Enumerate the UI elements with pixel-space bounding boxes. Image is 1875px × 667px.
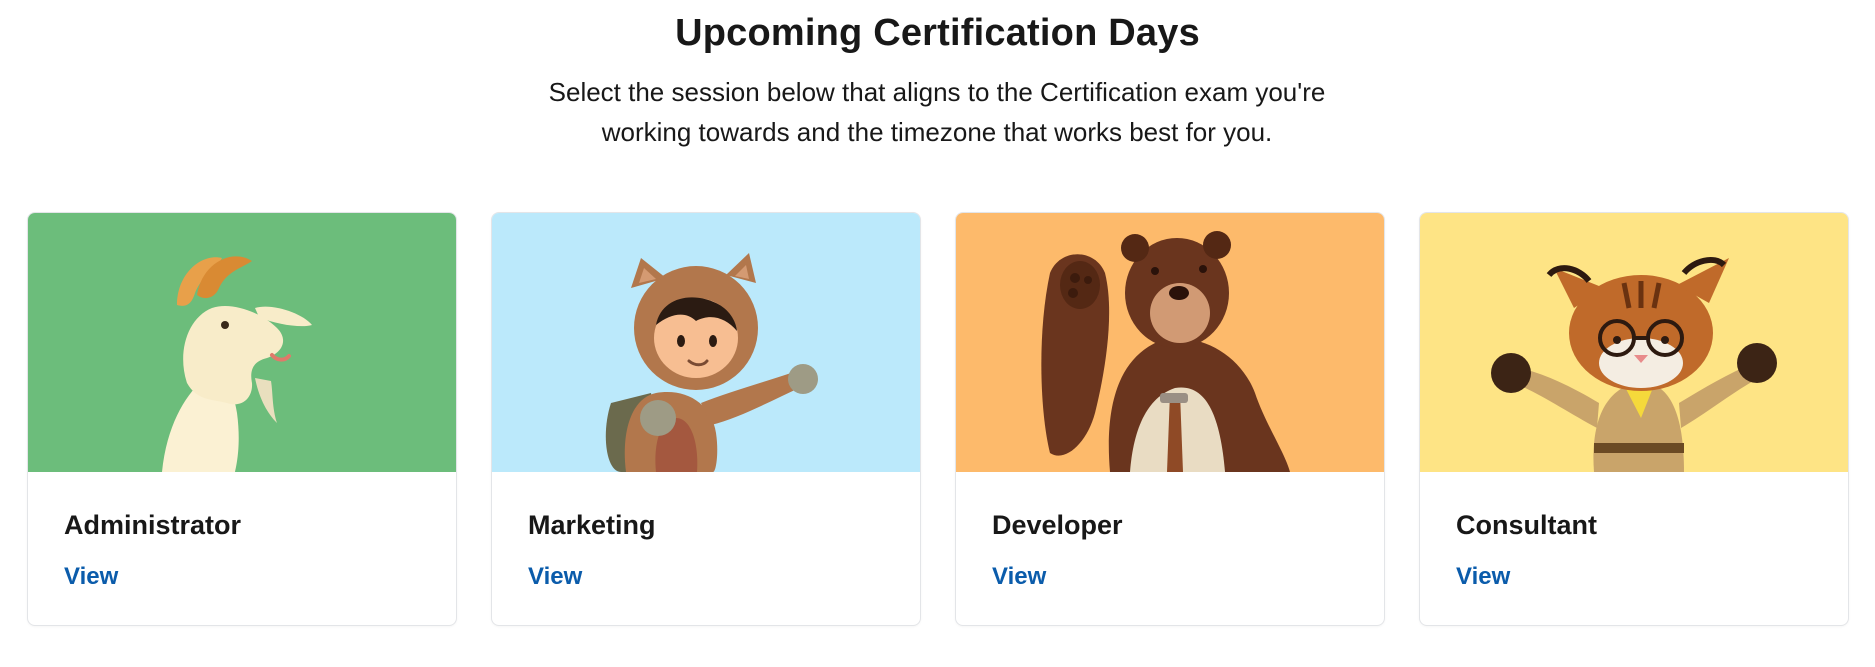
card-title: Developer: [992, 510, 1123, 540]
card-title: Administrator: [64, 510, 242, 540]
lynx-mascot-icon: [1420, 213, 1848, 472]
card-marketing[interactable]: Marketing View: [491, 212, 921, 626]
card-consultant[interactable]: Consultant View: [1419, 212, 1849, 626]
card-image-marketing: [492, 213, 920, 472]
card-image-administrator: [28, 213, 456, 472]
astro-mascot-icon: [492, 213, 920, 472]
view-link-developer[interactable]: View: [992, 563, 1046, 590]
certification-card-list: Administrator View Marketing View Develo…: [27, 212, 1849, 626]
card-administrator[interactable]: Administrator View: [27, 212, 457, 626]
card-developer[interactable]: Developer View: [955, 212, 1385, 626]
card-title: Marketing: [528, 510, 656, 540]
subtitle-line-1: Select the session below that aligns to …: [548, 77, 1326, 107]
card-image-developer: [956, 213, 1384, 472]
goat-mascot-icon: [28, 213, 456, 472]
view-link-marketing[interactable]: View: [528, 563, 582, 590]
bear-mascot-icon: [956, 213, 1384, 472]
card-title: Consultant: [1456, 510, 1597, 540]
card-image-consultant: [1420, 213, 1848, 472]
page-title: Upcoming Certification Days: [675, 12, 1200, 54]
page: Upcoming Certification Days Select the s…: [0, 0, 1875, 667]
page-subtitle: Select the session below that aligns to …: [487, 72, 1387, 152]
view-link-administrator[interactable]: View: [64, 563, 118, 590]
view-link-consultant[interactable]: View: [1456, 563, 1510, 590]
subtitle-line-2: working towards and the timezone that wo…: [601, 117, 1273, 147]
